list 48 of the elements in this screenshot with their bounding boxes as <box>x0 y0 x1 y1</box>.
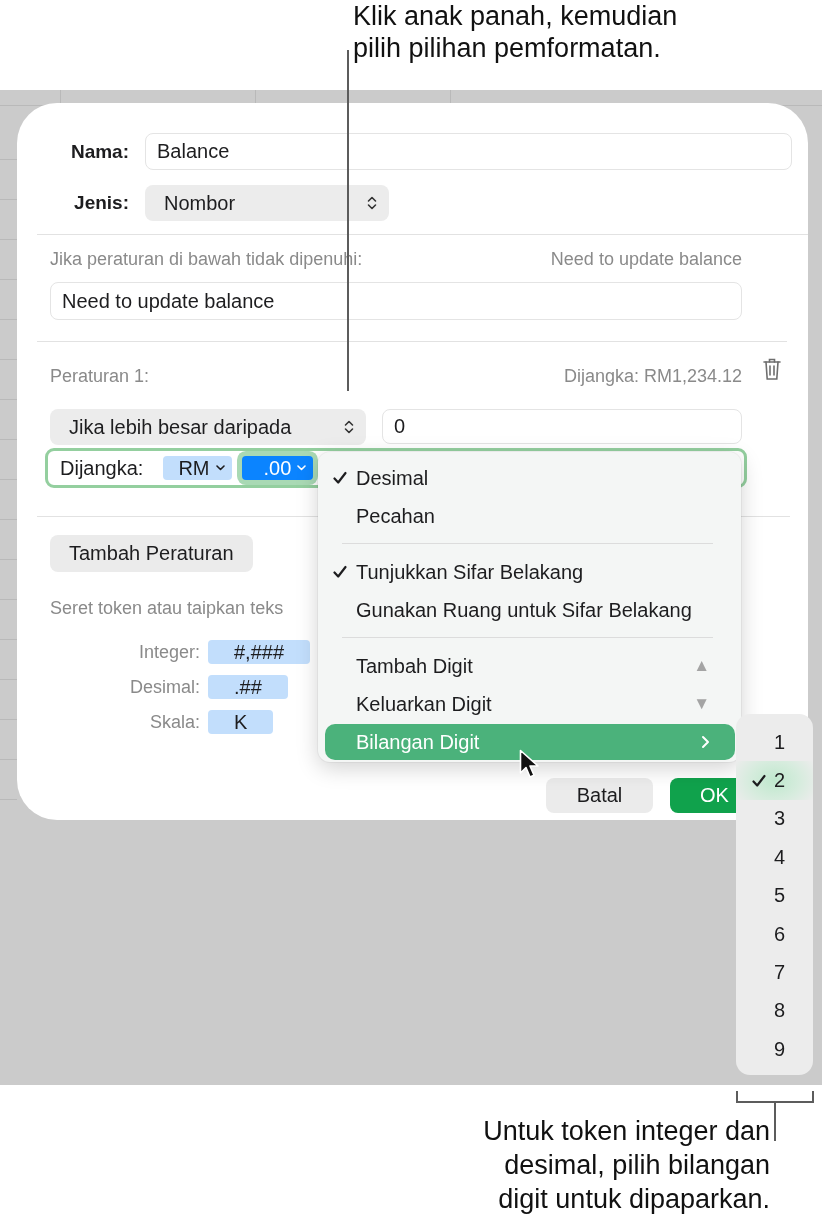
rule-title: Peraturan 1: <box>50 366 151 386</box>
name-label: Nama: <box>70 140 129 163</box>
format-token[interactable]: RM <box>163 456 232 480</box>
menu-item[interactable]: Desimal <box>325 459 735 497</box>
chevron-down-icon <box>297 465 307 471</box>
type-label: Jenis: <box>74 192 129 214</box>
callout-text: Klik anak panah, kemudian pilih pilihan pemformatan. <box>353 0 678 64</box>
shortcut-glyph: ▲ <box>693 656 710 676</box>
token-hint: Seret token atau taipkan teks <box>50 598 284 618</box>
menu-item[interactable]: Tambah Digit ▲ <box>325 647 735 685</box>
cancel-button[interactable]: Batal <box>546 778 653 813</box>
token-label: Desimal: <box>130 676 200 698</box>
format-token[interactable]: .## <box>208 675 288 699</box>
checkmark-icon <box>333 565 347 579</box>
menu-item[interactable]: Tunjukkan Sifar Belakang <box>325 553 735 591</box>
menu-item[interactable]: Pecahan <box>325 497 735 535</box>
submenu-item[interactable]: 1 <box>736 723 813 762</box>
format-label: Dijangka: <box>60 456 144 480</box>
rule-preview: Dijangka: RM1,234.12 <box>563 366 742 386</box>
name-field[interactable]: Balance <box>145 133 792 170</box>
chevron-right-icon <box>701 735 710 749</box>
updown-chevron-icon <box>367 195 377 211</box>
shortcut-glyph: ▼ <box>693 694 710 714</box>
submenu-item[interactable]: 2 <box>736 761 813 800</box>
submenu-item[interactable]: 8 <box>736 991 813 1031</box>
menu-item[interactable]: Keluarkan Digit ▼ <box>325 685 735 723</box>
token-label: Integer: <box>138 641 200 663</box>
checkmark-icon <box>752 773 766 788</box>
fallback-preview: Need to update balance <box>550 249 742 269</box>
add-rule-button[interactable]: Tambah Peraturan <box>50 535 253 572</box>
trash-icon[interactable] <box>763 357 781 381</box>
format-token[interactable]: K <box>208 710 274 734</box>
type-popup-button[interactable]: Nombor <box>145 185 389 221</box>
submenu-item[interactable]: 6 <box>736 914 813 954</box>
submenu-item[interactable]: 5 <box>736 876 813 915</box>
value-field[interactable]: 0 <box>382 409 742 444</box>
submenu-item[interactable]: 4 <box>736 838 813 877</box>
menu-item[interactable]: Gunakan Ruang untuk Sifar Belakang <box>325 591 735 629</box>
submenu-item[interactable]: 9 <box>736 1030 813 1069</box>
token-label: Skala: <box>149 711 200 733</box>
format-token[interactable]: #,### <box>208 640 311 664</box>
fallback-text-field[interactable]: Need to update balance <box>50 282 742 320</box>
submenu-item[interactable]: 7 <box>736 953 813 992</box>
callout-text: Untuk token integer dan desimal, pilih bilangan digit untuk dipaparkan. <box>483 1115 770 1216</box>
chevron-down-icon <box>215 465 225 471</box>
checkmark-icon <box>333 471 347 485</box>
condition-popup-button[interactable]: Jika lebih besar daripada <box>50 409 366 445</box>
updown-chevron-icon <box>344 419 354 435</box>
